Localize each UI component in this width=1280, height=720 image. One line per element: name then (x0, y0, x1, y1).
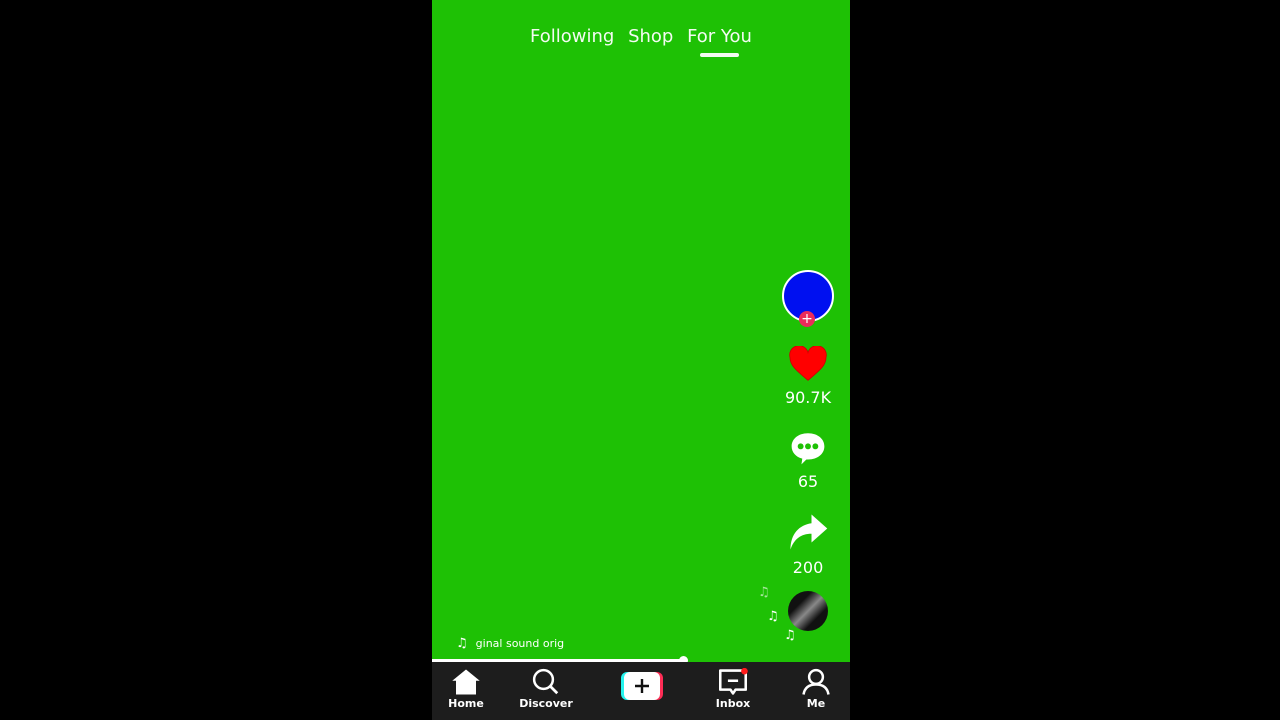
profile-icon (802, 668, 830, 695)
comment-count: 65 (797, 472, 819, 491)
share-arrow-icon (790, 514, 828, 550)
nav-inbox-label: Inbox (715, 697, 751, 710)
share-button[interactable]: 200 (781, 512, 835, 577)
nav-discover[interactable]: Discover (511, 668, 581, 710)
create-plus-button[interactable] (621, 672, 663, 700)
tab-shop[interactable]: Shop (628, 26, 673, 47)
share-count: 200 (792, 558, 824, 577)
nav-home[interactable]: Home (432, 668, 501, 710)
music-note-icon: ♫ (758, 585, 770, 600)
nav-me-label: Me (806, 697, 826, 710)
like-count: 90.7K (784, 388, 832, 407)
follow-plus-icon[interactable]: + (799, 311, 815, 327)
video-feed[interactable]: Following Shop For You + 90.7K 65 200 ♫ … (432, 0, 850, 720)
bottom-nav: Home Discover Inbox Me (432, 662, 850, 720)
top-tabs: Following Shop For You (432, 26, 850, 57)
music-note-icon: ♫ (784, 628, 796, 643)
search-icon (532, 668, 559, 695)
comment-button[interactable]: 65 (781, 430, 835, 491)
comment-icon (791, 433, 825, 465)
nav-discover-label: Discover (519, 697, 573, 710)
tab-following[interactable]: Following (530, 26, 614, 47)
sound-disc[interactable] (788, 591, 828, 631)
tab-for-you[interactable]: For You (687, 26, 752, 57)
nav-inbox[interactable]: Inbox (698, 668, 768, 710)
heart-icon (789, 345, 827, 381)
music-note-icon: ♫ (767, 609, 779, 624)
music-note-icon: ♫ (456, 636, 468, 651)
nav-me[interactable]: Me (781, 668, 850, 710)
sound-info[interactable]: ♫ ginal sound orig (456, 636, 564, 651)
like-button[interactable]: 90.7K (781, 345, 835, 407)
sound-title: ginal sound orig (475, 637, 565, 650)
home-icon (452, 669, 480, 695)
inbox-icon (719, 668, 748, 695)
nav-home-label: Home (448, 697, 484, 710)
